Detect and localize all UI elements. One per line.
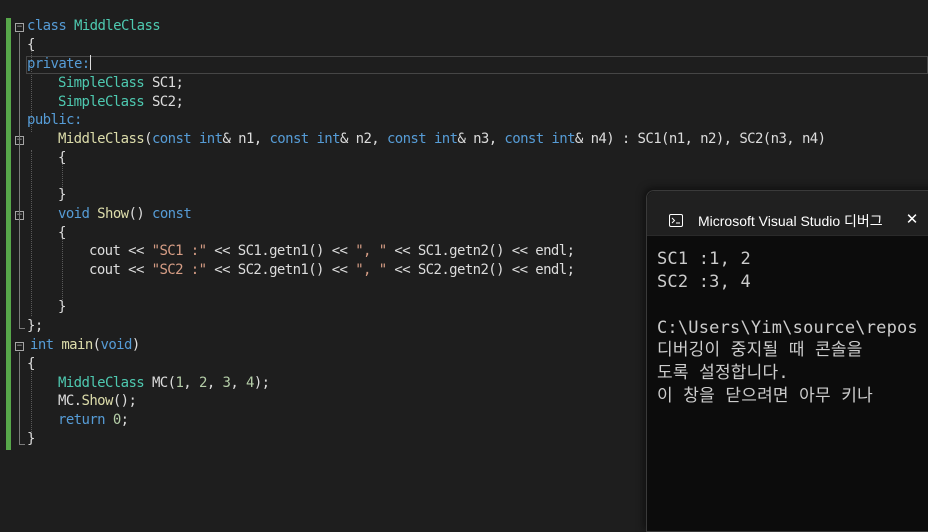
console-output-line: 도록 설정합니다. [657, 363, 789, 383]
code-line-3[interactable]: private: [27, 55, 91, 74]
fold-toggle-class[interactable]: − [15, 23, 24, 32]
console-title: Microsoft Visual Studio 디버그 [698, 213, 883, 229]
code-line-10[interactable]: void Show() const [58, 205, 192, 224]
code-line-17[interactable]: { [27, 355, 35, 374]
current-line-highlight [26, 56, 928, 74]
console-app-icon [669, 212, 683, 227]
code-line-9[interactable]: } [58, 186, 66, 205]
code-line-8[interactable]: { [58, 149, 66, 168]
debug-console-window[interactable]: Microsoft Visual Studio 디버그 ✕ SC1 :1, 2 … [646, 190, 928, 532]
indent-guide [62, 238, 63, 302]
console-output-line: SC2 :3, 4 [657, 272, 751, 292]
code-line-6[interactable]: public: [27, 111, 82, 130]
change-indicator-bar [6, 18, 11, 450]
code-line-21[interactable]: } [27, 430, 35, 449]
code-line-15[interactable]: }; [27, 317, 43, 336]
code-line-13[interactable]: cout << "SC2 :" << SC2.getn1() << ", " <… [89, 261, 575, 280]
text-caret [89, 55, 91, 70]
code-line-4[interactable]: SimpleClass SC1; [58, 74, 184, 93]
outline-line-class [19, 33, 20, 328]
close-icon[interactable]: ✕ [903, 210, 921, 228]
console-titlebar[interactable]: Microsoft Visual Studio 디버그 ✕ [647, 191, 928, 236]
console-output-line: C:\Users\Yim\source\repos [657, 318, 918, 338]
code-line-12[interactable]: cout << "SC1 :" << SC1.getn1() << ", " <… [89, 242, 575, 261]
code-line-1[interactable]: class MiddleClass [27, 17, 161, 36]
console-output-line: 이 창을 닫으려면 아무 키나 [657, 386, 873, 406]
code-line-11[interactable]: { [58, 224, 66, 243]
code-line-16[interactable]: int main(void) [30, 336, 140, 355]
console-output-line: SC1 :1, 2 [657, 249, 751, 269]
outline-line-main [19, 352, 20, 444]
code-line-7[interactable]: MiddleClass(const int& n1, const int& n2… [58, 130, 826, 149]
console-output-line: 디버깅이 중지될 때 콘솔을 [657, 340, 863, 360]
outline-corner-class [19, 318, 25, 329]
code-line-18[interactable]: MiddleClass MC(1, 2, 3, 4); [58, 374, 270, 393]
outline-corner-main [19, 434, 25, 445]
code-line-5[interactable]: SimpleClass SC2; [58, 93, 184, 112]
code-line-19[interactable]: MC.Show(); [58, 392, 137, 411]
fold-toggle-main[interactable]: − [15, 342, 24, 351]
code-line-2[interactable]: { [27, 36, 35, 55]
code-line-14[interactable]: } [58, 298, 66, 317]
indent-guide [31, 150, 32, 316]
code-line-20[interactable]: return 0; [58, 411, 129, 430]
